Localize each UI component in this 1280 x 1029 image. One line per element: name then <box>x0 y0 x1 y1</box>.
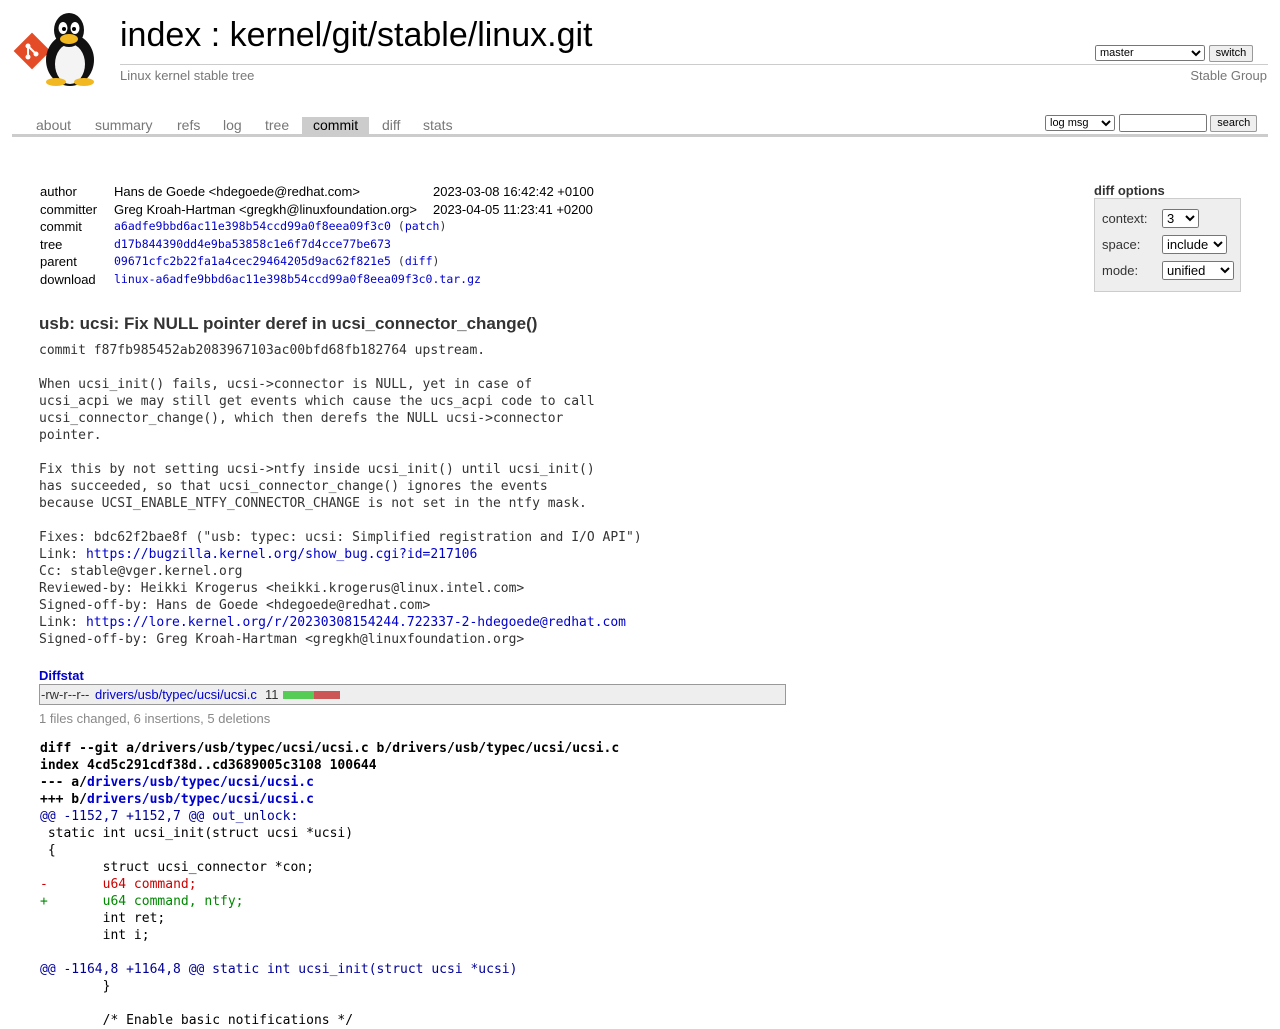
page-title: index : kernel/git/stable/linux.git <box>120 16 593 55</box>
message-tags: Cc: stable@vger.kernel.org Reviewed-by: … <box>39 564 525 613</box>
commit-hash-link[interactable]: a6adfe9bbd6ac11e398b54ccd99a0f8eea09f3c0 <box>114 219 391 233</box>
committer-row: committer Greg Kroah-Hartman <gregkh@lin… <box>36 202 598 220</box>
branch-select[interactable]: master <box>1095 45 1205 61</box>
switch-button[interactable]: switch <box>1208 44 1254 62</box>
author-label: author <box>40 184 77 199</box>
download-row: download linux-a6adfe9bbd6ac11e398b54ccd… <box>36 272 598 290</box>
repo-description: Linux kernel stable tree <box>120 68 255 83</box>
tree-row: tree d17b844390dd4e9ba53858c1e6f7d4cce77… <box>36 237 598 255</box>
commit-subject: usb: ucsi: Fix NULL pointer deref in ucs… <box>39 314 538 333</box>
commit-row: commit a6adfe9bbd6ac11e398b54ccd99a0f8ee… <box>36 219 598 237</box>
index-link[interactable]: index <box>120 16 201 54</box>
lore-link[interactable]: https://lore.kernel.org/r/20230308154244… <box>86 615 626 630</box>
diff-context-line: { <box>40 843 56 858</box>
committer-label: committer <box>40 201 98 217</box>
diff-old-file-link[interactable]: drivers/usb/typec/ucsi/ucsi.c <box>87 775 314 790</box>
diff-context-line: int i; <box>40 928 150 943</box>
tab-stats[interactable]: stats <box>412 117 464 134</box>
diff-context-line: int ret; <box>40 911 166 926</box>
hunk-header: @@ -1164,8 +1164,8 @@ static int ucsi_in… <box>40 962 518 977</box>
diffstat-count: 11 <box>265 687 279 702</box>
branch-switch-form: master switch <box>1095 44 1254 62</box>
diffstat-file-link[interactable]: drivers/usb/typec/ucsi/ucsi.c <box>95 685 257 704</box>
author-value: Hans de Goede <hdegoede@redhat.com> <box>114 184 360 199</box>
mode-select[interactable]: unified <box>1162 261 1234 280</box>
diff-deleted-line: - u64 command; <box>40 877 197 892</box>
parent-hash-link[interactable]: 09671cfc2b22fa1a4cec29464205d9ac62f821e5 <box>114 254 391 268</box>
parent-row: parent 09671cfc2b22fa1a4cec29464205d9ac6… <box>36 254 598 272</box>
diffstat-title[interactable]: Diffstat <box>39 668 84 683</box>
committer-value: Greg Kroah-Hartman <gregkh@linuxfoundati… <box>114 201 417 217</box>
link-tag-label: Link: <box>39 547 86 562</box>
tab-diff[interactable]: diff <box>371 117 411 134</box>
search-input[interactable] <box>1118 114 1207 132</box>
tree-label: tree <box>40 236 63 252</box>
parent-diff-link[interactable]: diff <box>405 254 433 268</box>
tab-refs[interactable]: refs <box>166 117 211 134</box>
tux-penguin-icon <box>46 13 94 86</box>
tab-commit[interactable]: commit <box>302 117 370 134</box>
deletions-bar <box>314 691 340 699</box>
context-label: context: <box>1102 211 1148 226</box>
message-paragraph-1: When ucsi_init() fails, ucsi->connector … <box>39 377 595 443</box>
space-select[interactable]: include <box>1162 235 1227 254</box>
header-divider <box>120 64 1268 65</box>
diff-context-line: } <box>40 979 111 994</box>
diff-added-line: + u64 command, ntfy; <box>40 894 244 909</box>
context-select[interactable]: 3 <box>1162 209 1199 228</box>
diff-index: index 4cd5c291cdf38d..cd3689005c3108 100… <box>40 758 377 773</box>
patch-link[interactable]: patch <box>405 219 440 233</box>
tab-summary[interactable]: summary <box>84 117 164 134</box>
committer-date: 2023-04-05 11:23:41 +0200 <box>432 201 593 217</box>
diff-view: diff --git a/drivers/usb/typec/ucsi/ucsi… <box>40 740 619 1029</box>
parent-label: parent <box>40 254 77 270</box>
title-separator: : <box>201 16 230 54</box>
diff-context-line: struct ucsi_connector *con; <box>40 860 314 875</box>
diffstat-table: -rw-r--r-- drivers/usb/typec/ucsi/ucsi.c… <box>39 684 786 705</box>
space-label: space: <box>1102 237 1141 252</box>
download-label: download <box>40 271 96 287</box>
message-signoff: Signed-off-by: Greg Kroah-Hartman <gregk… <box>39 632 525 647</box>
commit-info-table: author Hans de Goede <hdegoede@redhat.co… <box>36 184 598 290</box>
message-fixes-tag: Fixes: bdc62f2bae8f ("usb: typec: ucsi: … <box>39 530 642 545</box>
link-tag-label: Link: <box>39 615 86 630</box>
search-button[interactable]: search <box>1210 114 1258 132</box>
diff-new-file-link[interactable]: drivers/usb/typec/ucsi/ucsi.c <box>87 792 314 807</box>
diff-options-title: diff options <box>1094 183 1165 198</box>
diff-context-line: static int ucsi_init(struct ucsi *ucsi) <box>40 826 354 841</box>
group-link[interactable]: Stable Group <box>1190 68 1267 83</box>
diff-minus-prefix: --- a/ <box>40 775 87 790</box>
commit-message: commit f87fb985452ab2083967103ac00bfd68f… <box>39 342 642 648</box>
search-mode-select[interactable]: log msg <box>1045 115 1115 131</box>
diffstat-summary: 1 files changed, 6 insertions, 5 deletio… <box>39 711 271 726</box>
insertions-bar <box>283 691 314 699</box>
message-paragraph-2: Fix this by not setting ucsi->ntfy insid… <box>39 462 595 511</box>
tab-about[interactable]: about <box>25 117 82 134</box>
tab-tree[interactable]: tree <box>254 117 300 134</box>
bugzilla-link[interactable]: https://bugzilla.kernel.org/show_bug.cgi… <box>86 547 477 562</box>
author-row: author Hans de Goede <hdegoede@redhat.co… <box>36 184 598 202</box>
diff-context-line: /* Enable basic notifications */ <box>40 1013 354 1028</box>
message-upstream-line: commit f87fb985452ab2083967103ac00bfd68f… <box>39 343 486 358</box>
diff-plus-prefix: +++ b/ <box>40 792 87 807</box>
diff-options-panel: context: 3 space: include mode: unified <box>1094 198 1241 292</box>
commit-label: commit <box>40 219 82 235</box>
author-date: 2023-03-08 16:42:42 +0100 <box>432 184 594 199</box>
cgit-logo[interactable] <box>12 10 112 86</box>
hunk-header: @@ -1152,7 +1152,7 @@ out_unlock: <box>40 809 299 824</box>
tree-hash-link[interactable]: d17b844390dd4e9ba53858c1e6f7d4cce77be673 <box>114 237 391 251</box>
tab-log[interactable]: log <box>212 117 253 134</box>
file-mode: -rw-r--r-- <box>41 687 90 702</box>
diff-header: diff --git a/drivers/usb/typec/ucsi/ucsi… <box>40 741 620 756</box>
git-logo-icon <box>13 32 51 70</box>
repo-link[interactable]: kernel/git/stable/linux.git <box>230 16 593 54</box>
download-link[interactable]: linux-a6adfe9bbd6ac11e398b54ccd99a0f8eea… <box>114 272 481 286</box>
search-form: log msg search <box>1045 114 1258 132</box>
mode-label: mode: <box>1102 263 1139 278</box>
